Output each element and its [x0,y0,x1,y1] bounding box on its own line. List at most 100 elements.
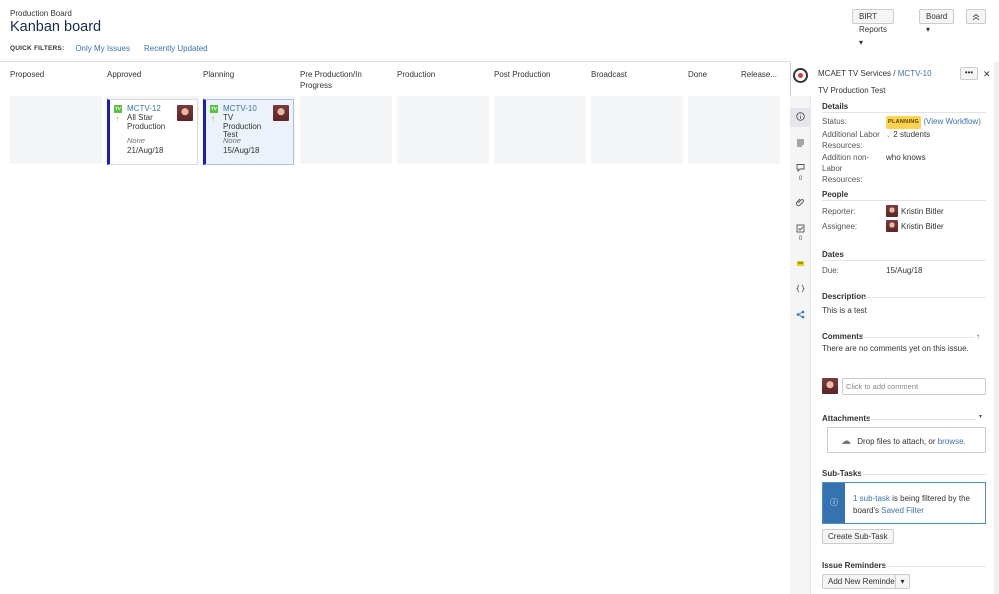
breadcrumb-separator: / [893,69,896,78]
issue-key-link[interactable]: MCTV-10 [898,69,932,78]
issue-version: None [223,136,241,145]
issue-breadcrumb: MCAET TV Services / MCTV-10 [818,69,932,78]
tempo-icon[interactable] [790,259,811,270]
assignee-value[interactable]: Kristin Bitler [901,221,944,232]
subtask-filter-notice: ⓘ 1 sub-task is being filtered by the bo… [822,482,986,524]
quick-filters: QUICK FILTERS: Only My Issues Recently U… [10,44,222,53]
additional-labor-text: 2 students [893,130,931,139]
checklist-icon[interactable] [790,224,811,235]
issue-key-link[interactable]: MCTV-12 [127,104,161,113]
additional-labor-label: Additional Labor Resources: [822,130,880,150]
column-header-pre-production: Pre Production/In Progress [300,70,362,90]
non-labor-value[interactable]: who knows [886,152,926,163]
description-icon[interactable] [790,138,811,149]
sort-arrow-icon[interactable]: ↑ [976,332,980,341]
project-badge: TV [210,105,218,113]
column-post-production [494,96,586,164]
avatar [177,105,193,121]
assignee-label: Assignee: [822,222,858,231]
column-production [397,96,489,164]
status-lozenge[interactable]: PLANNING [886,116,922,129]
description-text[interactable]: This is a test [822,305,867,316]
subtasks-heading: Sub-Tasks [822,469,862,478]
chevron-down-icon[interactable]: ▾ [979,413,982,420]
column-pre-production [300,96,392,164]
info-icon: ⓘ [823,483,845,523]
subtask-count-link[interactable]: 1 sub-task [853,494,890,503]
divider [862,337,974,338]
column-header-production: Production [397,70,436,79]
attachments-heading: Attachments [822,414,871,423]
arrow-up-icon: ↑ [115,114,119,123]
dropzone-text: Drop files to attach, or [857,437,936,446]
details-heading: Details [822,102,849,111]
kanban-board: Production Board Kanban board QUICK FILT… [0,0,986,594]
more-actions-button[interactable]: ••• [960,67,978,80]
avatar [273,105,289,121]
column-header-post-production: Post Production [494,70,551,79]
divider [868,419,976,420]
avatar [886,220,898,232]
arrow-up-icon: ↑ [211,114,215,123]
braces-icon[interactable] [790,284,811,295]
divider [864,297,986,298]
saved-filter-link[interactable]: Saved Filter [881,506,924,515]
non-labor-label: Addition non-Labor Resources: [822,153,870,184]
filter-recently-updated[interactable]: Recently Updated [144,44,208,53]
column-header-broadcast: Broadcast [591,70,628,79]
column-done [688,96,780,164]
double-chevron-up-icon[interactable] [966,9,986,24]
issue-card[interactable]: TV ↑ MCTV-12 All Star Production None 21… [107,99,198,165]
issue-key-link[interactable]: MCTV-10 [223,104,257,113]
people-heading: People [822,190,849,199]
release-link[interactable]: Release... [741,70,781,81]
filter-only-my-issues[interactable]: Only My Issues [75,44,130,53]
reminder-dropdown-button[interactable]: ▾ [895,574,910,589]
header-divider [0,61,790,62]
project-link[interactable]: MCAET TV Services [818,69,891,78]
comment-icon[interactable] [790,163,811,174]
due-value[interactable]: 15/Aug/18 [886,265,922,276]
issue-title[interactable]: TV Production Test [818,86,885,95]
issue-due-date: 21/Aug/18 [127,146,164,155]
browse-link[interactable]: browse. [938,437,966,446]
comment-input[interactable]: Click to add comment [842,378,986,395]
issue-version: None [127,136,145,145]
create-subtask-button[interactable]: Create Sub-Task [822,529,894,544]
cloud-upload-icon: ☁ [841,436,851,447]
info-icon[interactable] [790,112,811,123]
add-reminder-button[interactable]: Add New Reminder [822,574,904,589]
divider [822,112,986,113]
reporter-value[interactable]: Kristin Bitler [901,206,944,217]
close-icon[interactable]: ✕ [983,69,991,80]
board-menu-button[interactable]: Board ▾ [919,9,955,34]
additional-labor-value[interactable]: ⌄ 2 students [886,129,930,142]
issue-card-selected[interactable]: TV ↑ MCTV-10 TV Production Test None 15/… [203,99,294,165]
checklist-count: 0 [798,236,803,242]
comment-count: 0 [798,176,803,182]
birt-reports-button[interactable]: BIRT Reports ▾ [852,9,895,47]
detail-nav-strip: 0 0 [790,96,811,594]
status-label: Status: [822,117,847,126]
description-heading: Description [822,292,867,301]
paperclip-icon[interactable] [790,198,811,209]
scrollbar[interactable] [994,62,999,594]
reporter-label: Reporter: [822,207,856,216]
view-workflow-link[interactable]: (View Workflow) [923,117,981,126]
avatar [886,205,898,217]
column-header-proposed: Proposed [10,70,45,79]
divider [882,566,986,567]
attachment-dropzone[interactable]: ☁ Drop files to attach, or browse. [827,427,986,453]
workflow-icon[interactable] [790,310,811,321]
column-broadcast [591,96,683,164]
column-proposed [10,96,102,164]
due-label: Due: [822,266,839,275]
divider [822,200,986,201]
column-header-approved: Approved [107,70,142,79]
chevron-down-icon: ⌄ [886,133,892,139]
breadcrumb[interactable]: Production Board [10,9,72,18]
status-value: PLANNING (View Workflow) [886,116,981,129]
no-comments-text: There are no comments yet on this issue. [822,344,969,353]
subtask-notice-text: 1 sub-task is being filtered by the boar… [853,493,981,517]
avatar [822,378,838,394]
